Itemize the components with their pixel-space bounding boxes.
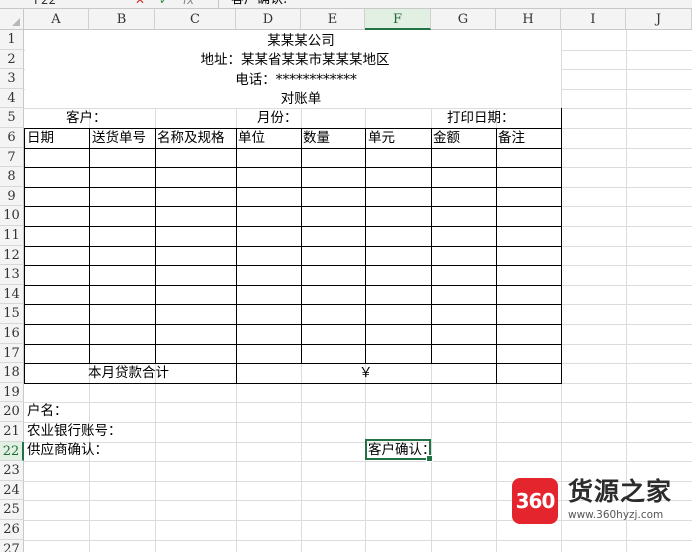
row-header-21[interactable]: 21 bbox=[0, 422, 24, 442]
table-border bbox=[24, 128, 25, 384]
row-header-14[interactable]: 14 bbox=[0, 285, 24, 304]
column-header-b[interactable]: B bbox=[89, 9, 155, 30]
header-unit: 单位 bbox=[238, 130, 265, 146]
column-header-c[interactable]: C bbox=[155, 9, 236, 30]
column-header-h[interactable]: H bbox=[496, 9, 561, 30]
table-border bbox=[89, 128, 90, 364]
row-header-19[interactable]: 19 bbox=[0, 383, 24, 402]
column-header-a[interactable]: A bbox=[24, 9, 89, 30]
row-header-17[interactable]: 17 bbox=[0, 344, 24, 363]
row-header-18[interactable]: 18 bbox=[0, 363, 24, 383]
row-header-27[interactable]: 27 bbox=[0, 540, 24, 552]
row-header-20[interactable]: 20 bbox=[0, 402, 24, 422]
row-header-4[interactable]: 4 bbox=[0, 89, 24, 108]
watermark-url: www.360hyzj.com bbox=[568, 509, 664, 521]
table-border bbox=[236, 128, 237, 384]
table-border bbox=[24, 344, 562, 345]
bank-account-label: 农业银行账号： bbox=[27, 423, 122, 439]
header-name-spec: 名称及规格 bbox=[157, 130, 225, 146]
table-border bbox=[24, 285, 562, 286]
table-border bbox=[24, 265, 562, 266]
row-header-2[interactable]: 2 bbox=[0, 50, 24, 69]
formula-icons: ✕ ✓ fx bbox=[135, 0, 194, 8]
column-header-g[interactable]: G bbox=[431, 9, 496, 30]
gridline-h bbox=[24, 540, 692, 541]
gridline-h bbox=[24, 442, 692, 443]
row-header-7[interactable]: 7 bbox=[0, 148, 24, 167]
row-header-25[interactable]: 25 bbox=[0, 500, 24, 520]
account-name-label: 户名： bbox=[27, 403, 68, 419]
row-header-16[interactable]: 16 bbox=[0, 324, 24, 344]
name-box[interactable]: F22 bbox=[4, 0, 144, 8]
column-header-j[interactable]: J bbox=[626, 9, 692, 30]
column-header-d[interactable]: D bbox=[236, 9, 301, 30]
formula-bar: F22 ✕ ✓ fx 客户确认: bbox=[0, 0, 692, 9]
header-amount: 金额 bbox=[433, 130, 460, 146]
header-unit-price: 单元 bbox=[368, 130, 395, 146]
confirm-icon[interactable]: ✓ bbox=[159, 0, 169, 7]
table-border bbox=[301, 128, 302, 364]
row-header-13[interactable]: 13 bbox=[0, 265, 24, 285]
gridline-h bbox=[24, 461, 692, 462]
table-border bbox=[24, 304, 562, 305]
column-header-i[interactable]: I bbox=[561, 9, 626, 30]
row-header-5[interactable]: 5 bbox=[0, 108, 24, 128]
row-header-12[interactable]: 12 bbox=[0, 246, 24, 265]
gridline-h bbox=[24, 422, 692, 423]
month-label: 月份： bbox=[257, 110, 298, 126]
table-border bbox=[24, 148, 562, 149]
column-header-f[interactable]: F bbox=[365, 9, 431, 30]
customer-label: 客户： bbox=[66, 110, 107, 126]
row-header-10[interactable]: 10 bbox=[0, 206, 24, 226]
column-header-e[interactable]: E bbox=[301, 9, 365, 30]
360-logo-icon: 360 bbox=[512, 478, 558, 524]
row-header-9[interactable]: 9 bbox=[0, 187, 24, 206]
row-header-1[interactable]: 1 bbox=[0, 30, 24, 50]
document-title: 对账单 bbox=[280, 91, 322, 107]
table-border bbox=[496, 128, 497, 384]
row-header-8[interactable]: 8 bbox=[0, 167, 24, 187]
company-name: 某某某公司 bbox=[267, 33, 335, 49]
header-quantity: 数量 bbox=[303, 130, 330, 146]
table-border bbox=[431, 128, 432, 364]
monthly-total-label: 本月贷款合计 bbox=[88, 365, 169, 381]
table-border bbox=[561, 108, 562, 128]
row-header-11[interactable]: 11 bbox=[0, 226, 24, 246]
currency-symbol: ￥ bbox=[359, 365, 373, 381]
selected-cell-f22[interactable] bbox=[365, 439, 433, 462]
print-date-label: 打印日期： bbox=[447, 110, 515, 126]
company-address: 地址：某某省某某市某某某地区 bbox=[200, 52, 390, 68]
site-watermark: 360 货源之家 www.360hyzj.com bbox=[512, 476, 692, 528]
row-header-26[interactable]: 26 bbox=[0, 520, 24, 540]
header-date: 日期 bbox=[27, 130, 54, 146]
watermark-name: 货源之家 bbox=[568, 477, 673, 506]
row-header-23[interactable]: 23 bbox=[0, 461, 24, 481]
select-all-corner[interactable] bbox=[0, 9, 24, 30]
spreadsheet-app: F22 ✕ ✓ fx 客户确认: ABCDEFGHIJ 123456789101… bbox=[0, 0, 692, 552]
gridline-h bbox=[24, 402, 692, 403]
table-border bbox=[24, 324, 562, 325]
header-delivery-no: 送货单号 bbox=[92, 130, 146, 146]
table-border bbox=[155, 128, 156, 364]
row-header-3[interactable]: 3 bbox=[0, 69, 24, 89]
row-header-15[interactable]: 15 bbox=[0, 304, 24, 324]
function-icon[interactable]: fx bbox=[183, 0, 194, 7]
table-border bbox=[365, 128, 366, 364]
column-headers: ABCDEFGHIJ bbox=[0, 9, 692, 30]
table-border bbox=[24, 206, 562, 207]
table-border bbox=[24, 246, 562, 247]
table-border bbox=[24, 187, 562, 188]
company-phone: 电话：************ bbox=[235, 72, 357, 88]
row-header-24[interactable]: 24 bbox=[0, 481, 24, 500]
table-border bbox=[24, 226, 562, 227]
formula-input[interactable]: 客户确认: bbox=[218, 0, 287, 8]
cancel-icon[interactable]: ✕ bbox=[135, 0, 145, 7]
row-header-6[interactable]: 6 bbox=[0, 128, 24, 148]
table-border bbox=[24, 167, 562, 168]
supplier-confirm-label: 供应商确认： bbox=[27, 442, 108, 458]
table-border bbox=[561, 128, 562, 384]
table-border bbox=[24, 383, 562, 384]
header-remarks: 备注 bbox=[498, 130, 525, 146]
row-header-22[interactable]: 22 bbox=[0, 442, 24, 461]
